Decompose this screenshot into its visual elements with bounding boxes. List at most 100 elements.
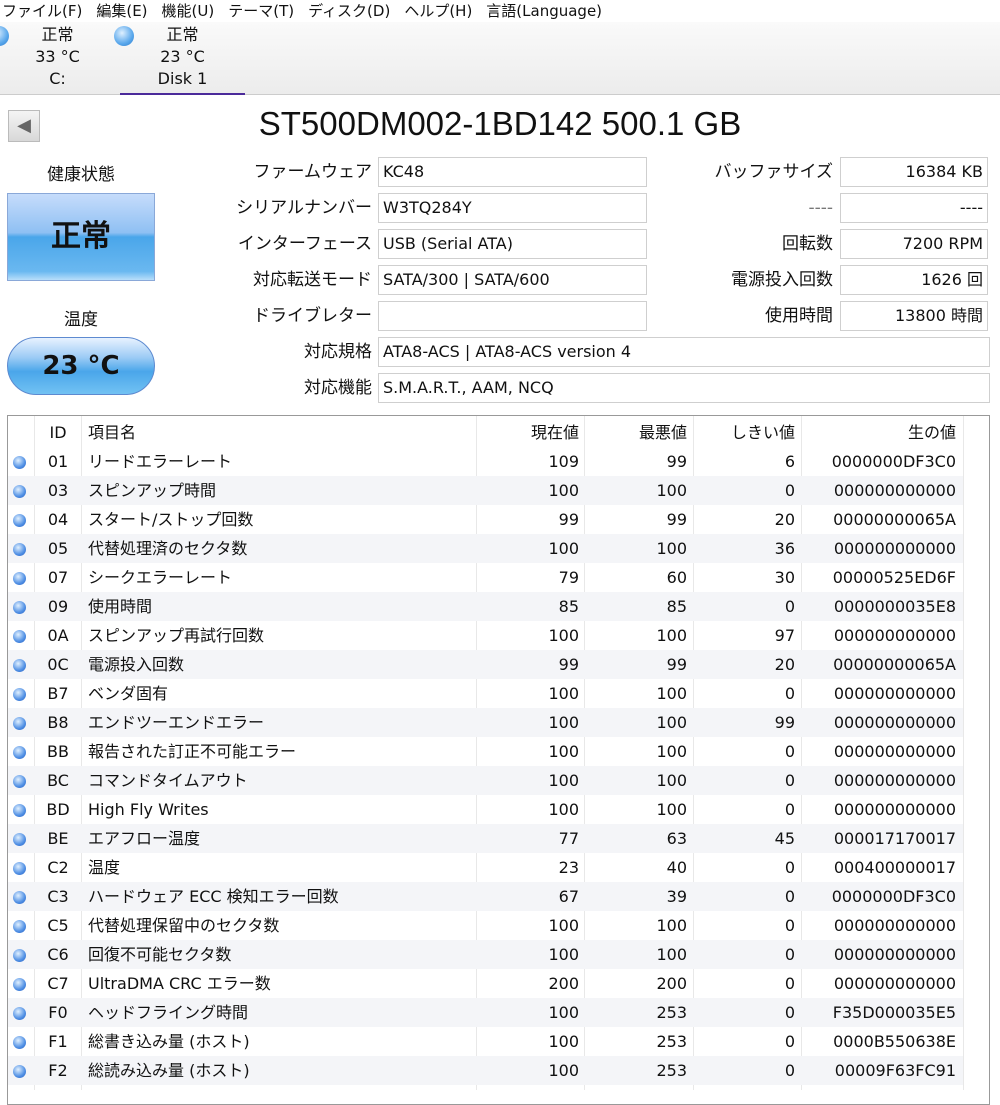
attr-current: 99: [558, 655, 579, 674]
attr-threshold: 20: [774, 655, 795, 674]
header-id[interactable]: ID: [35, 418, 81, 447]
attr-name: 報告された訂正不可能エラー: [88, 742, 297, 761]
table-row[interactable]: 04 スタート/ストップ回数 99 99 20 00000000065A: [8, 505, 963, 534]
header-worst[interactable]: 最悪値: [584, 418, 687, 447]
attr-current: 100: [548, 539, 579, 558]
attr-worst: 100: [656, 481, 687, 500]
attr-threshold: 0: [784, 684, 795, 703]
transfer-mode-label: 対応転送モード: [253, 270, 372, 290]
table-row[interactable]: BB 報告された訂正不可能エラー 100 100 0 000000000000: [8, 737, 963, 766]
firmware-field: KC48: [378, 157, 647, 187]
interface-field: USB (Serial ATA): [378, 229, 647, 259]
table-row[interactable]: C3 ハードウェア ECC 検知エラー回数 67 39 0 0000000DF3C0: [8, 882, 963, 911]
table-row[interactable]: B8 エンドツーエンドエラー 100 100 99 000000000000: [8, 708, 963, 737]
attr-worst: 100: [656, 771, 687, 790]
table-row[interactable]: 07 シークエラーレート 79 60 30 00000525ED6F: [8, 563, 963, 592]
standard-label: 対応規格: [304, 342, 372, 362]
attr-id: C7: [47, 974, 69, 993]
table-row[interactable]: F1 総書き込み量 (ホスト) 100 253 0 0000B550638E: [8, 1027, 963, 1056]
attr-raw: 00000000065A: [833, 655, 956, 674]
interface-label: インターフェース: [237, 234, 372, 254]
attr-threshold: 99: [774, 713, 795, 732]
menu-file[interactable]: ファイル(F): [2, 0, 82, 22]
menu-disk[interactable]: ディスク(D): [308, 0, 390, 22]
status-dot-icon: [114, 26, 134, 46]
table-row[interactable]: F2 総読み込み量 (ホスト) 100 253 0 00009F63FC91: [8, 1056, 963, 1085]
table-row[interactable]: 0C 電源投入回数 99 99 20 00000000065A: [8, 650, 963, 679]
attr-raw: 000017170017: [833, 829, 956, 848]
blank-field: ----: [840, 193, 988, 223]
serial-label: シリアルナンバー: [236, 198, 372, 218]
power-hours-field: 13800 時間: [840, 301, 988, 331]
table-row[interactable]: 0A スピンアップ再試行回数 100 100 97 000000000000: [8, 621, 963, 650]
status-dot-icon: [13, 514, 26, 527]
attr-raw: 000000000000: [833, 742, 956, 761]
menu-edit[interactable]: 編集(E): [96, 0, 147, 22]
attr-id: BB: [47, 742, 69, 761]
disk-tab-disk1[interactable]: 正常 23 °C Disk 1: [114, 22, 245, 95]
table-row[interactable]: C7 UltraDMA CRC エラー数 200 200 0 000000000000: [8, 969, 963, 998]
attr-name: 代替処理保留中のセクタ数: [88, 916, 280, 935]
attr-id: 0C: [47, 655, 69, 674]
table-row[interactable]: 03 スピンアップ時間 100 100 0 000000000000: [8, 476, 963, 505]
attr-id: F2: [48, 1061, 68, 1080]
table-row[interactable]: C2 温度 23 40 0 000400000017: [8, 853, 963, 882]
disk-status: 正常: [166, 25, 199, 44]
table-row[interactable]: B7 ベンダ固有 100 100 0 000000000000: [8, 679, 963, 708]
attr-raw: 000000000000: [833, 800, 956, 819]
power-hours-label: 使用時間: [765, 306, 833, 326]
attr-threshold: 0: [784, 1061, 795, 1080]
attr-name: High Fly Writes: [88, 800, 209, 819]
status-dot-icon: [13, 949, 26, 962]
attr-current: 109: [548, 452, 579, 471]
attr-name: ベンダ固有: [88, 684, 169, 703]
attr-threshold: 0: [784, 916, 795, 935]
attr-current: 200: [548, 974, 579, 993]
table-row[interactable]: BE エアフロー温度 77 63 45 000017170017: [8, 824, 963, 853]
header-name[interactable]: 項目名: [88, 418, 478, 447]
header-threshold[interactable]: しきい値: [693, 418, 795, 447]
attr-worst: 85: [666, 597, 687, 616]
attr-name: 総読み込み量 (ホスト): [88, 1061, 250, 1080]
attr-name: 回復不可能セクタ数: [88, 945, 232, 964]
header-current[interactable]: 現在値: [476, 418, 579, 447]
menu-function[interactable]: 機能(U): [162, 0, 215, 22]
attr-worst: 100: [656, 945, 687, 964]
health-status-button[interactable]: 正常: [7, 193, 155, 281]
attr-worst: 253: [656, 1061, 687, 1080]
attr-raw: F35D000035E5: [832, 1003, 956, 1022]
disk-tab-c[interactable]: 正常 33 °C C:: [0, 22, 120, 95]
table-row[interactable]: 01 リードエラーレート 109 99 6 0000000DF3C0: [8, 447, 963, 476]
attr-id: 05: [47, 539, 69, 558]
power-count-label: 電源投入回数: [731, 270, 833, 290]
status-dot-icon: [13, 1065, 26, 1078]
table-row[interactable]: 05 代替処理済のセクタ数 100 100 36 000000000000: [8, 534, 963, 563]
attr-name: スタート/ストップ回数: [88, 510, 254, 529]
attr-worst: 100: [656, 916, 687, 935]
table-row[interactable]: C5 代替処理保留中のセクタ数 100 100 0 000000000000: [8, 911, 963, 940]
attr-current: 100: [548, 1003, 579, 1022]
table-row[interactable]: BC コマンドタイムアウト 100 100 0 000000000000: [8, 766, 963, 795]
disk-title: ST500DM002-1BD142 500.1 GB: [258, 105, 742, 142]
table-row[interactable]: C6 回復不可能セクタ数 100 100 0 000000000000: [8, 940, 963, 969]
attr-current: 100: [548, 626, 579, 645]
table-row[interactable]: F0 ヘッドフライング時間 100 253 0 F35D000035E5: [8, 998, 963, 1027]
transfer-mode-field: SATA/300 | SATA/600: [378, 265, 647, 295]
menu-help[interactable]: ヘルプ(H): [404, 0, 472, 22]
attr-name: 総書き込み量 (ホスト): [88, 1032, 250, 1051]
table-row[interactable]: 09 使用時間 85 85 0 0000000035E8: [8, 592, 963, 621]
attr-id: B8: [47, 713, 69, 732]
attr-threshold: 0: [784, 771, 795, 790]
table-row[interactable]: BD High Fly Writes 100 100 0 000000000000: [8, 795, 963, 824]
menu-language[interactable]: 言語(Language): [486, 0, 602, 22]
attr-current: 23: [558, 858, 579, 877]
attr-name: スピンアップ再試行回数: [88, 626, 265, 645]
drive-letter-field: [378, 301, 647, 331]
attr-worst: 39: [666, 887, 687, 906]
header-raw[interactable]: 生の値: [801, 418, 956, 447]
disk-name: C:: [49, 69, 66, 88]
attr-name: 代替処理済のセクタ数: [88, 539, 248, 558]
menu-theme[interactable]: テーマ(T): [228, 0, 294, 22]
smart-table[interactable]: ID 項目名 現在値 最悪値 しきい値 生の値 01 リードエラーレート 109 99…: [7, 415, 990, 1105]
drive-letter-label: ドライブレター: [253, 306, 372, 326]
